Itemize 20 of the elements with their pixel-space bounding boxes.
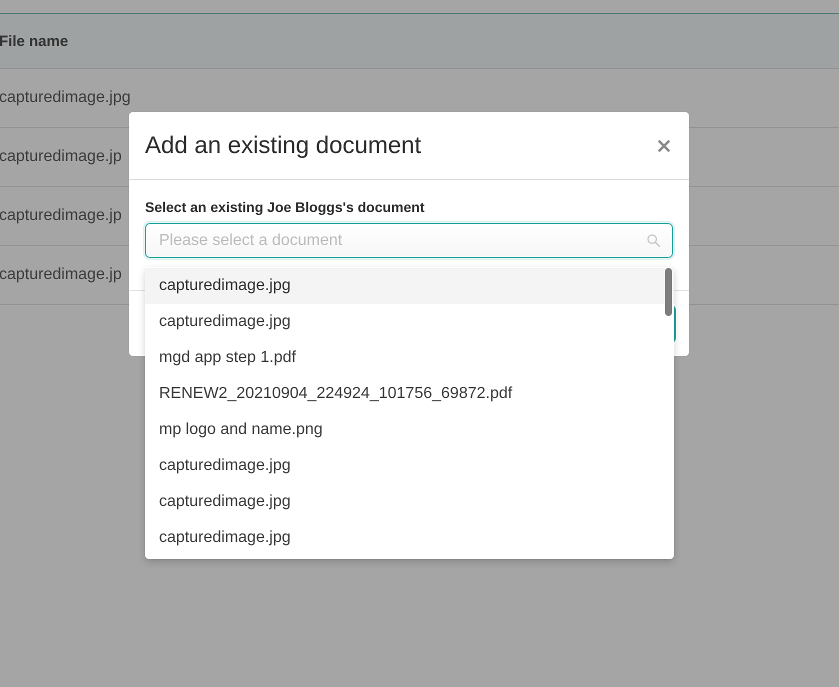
search-icon [647, 234, 660, 247]
dropdown-option[interactable]: mp logo and name.png [145, 412, 674, 448]
table-cell: capturedimage.jpg [0, 89, 131, 107]
scrollbar-thumb[interactable] [665, 268, 672, 316]
table-cell: capturedimage.jp [0, 207, 122, 225]
dropdown-option[interactable]: capturedimage.jpg [145, 268, 674, 304]
close-icon [658, 140, 670, 152]
field-label: Select an existing Joe Bloggs's document [145, 199, 426, 215]
dropdown-option[interactable]: capturedimage.jpg [145, 448, 674, 484]
close-button[interactable] [658, 140, 670, 152]
table-cell: capturedimage.jp [0, 148, 122, 166]
dropdown-option[interactable]: capturedimage.jpg [145, 484, 674, 520]
search-field[interactable]: Please select a document [145, 223, 673, 258]
dialog-title: Add an existing document [145, 132, 422, 160]
dropdown-option[interactable]: RENEW2_20210904_224924_101756_69872.pdf [145, 376, 674, 412]
dropdown-option[interactable]: mgd app step 1.pdf [145, 340, 674, 376]
table-cell: capturedimage.jp [0, 266, 122, 284]
dropdown-option[interactable]: capturedimage.jpg [145, 520, 674, 556]
dropdown-option[interactable]: capturedimage.jpg [145, 304, 674, 340]
column-header: File name [0, 32, 68, 50]
